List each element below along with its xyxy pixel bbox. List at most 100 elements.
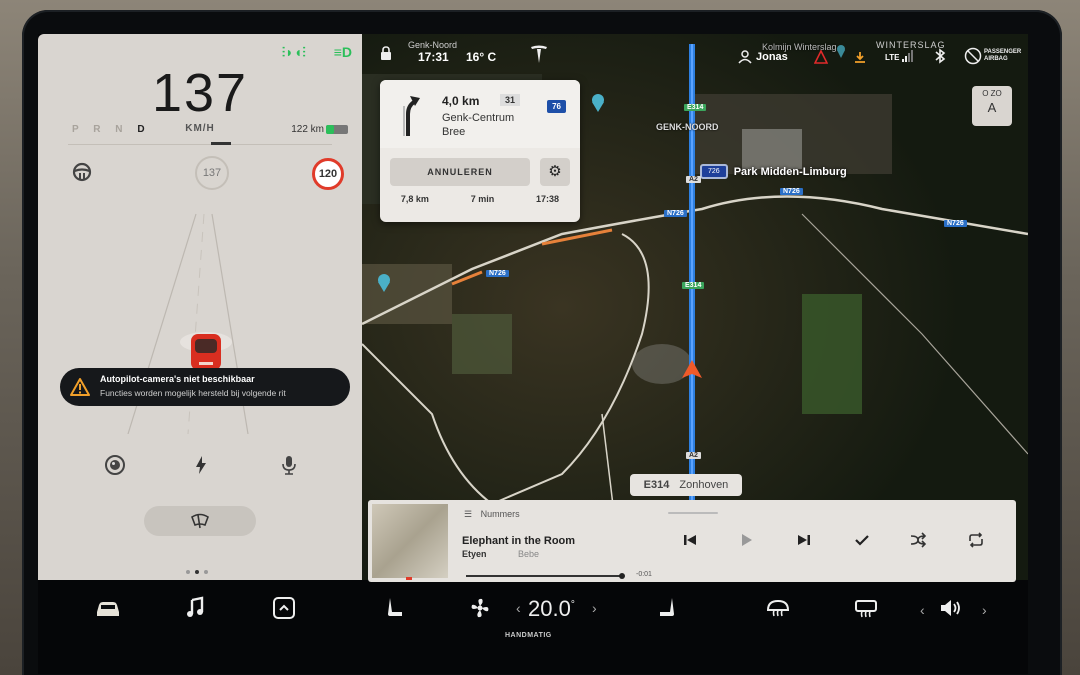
tesla-logo-icon[interactable] (530, 44, 548, 64)
compass-icon: A (987, 100, 997, 115)
user-name[interactable]: Jonas (756, 51, 788, 63)
wiper-button[interactable] (144, 506, 256, 536)
speed-limit-sign: 120 (312, 158, 344, 190)
temperature-unit: ° (570, 599, 575, 611)
page-indicator (186, 570, 208, 574)
road-tag-a2: A2 (686, 452, 701, 459)
temp-increase-icon[interactable]: › (592, 600, 597, 616)
page-dot-active[interactable] (195, 570, 199, 574)
airbag-off-icon (964, 47, 982, 65)
temperature-value: 20.0 (528, 596, 571, 621)
lock-icon[interactable] (380, 46, 392, 60)
navigation-map[interactable]: Genk-Noord 17:31 16° C Jonas Kolmijn Win… (362, 34, 1028, 580)
road-tag-n726: N726 (944, 220, 967, 227)
music-icon[interactable] (182, 596, 210, 620)
progress-knob[interactable] (619, 573, 625, 579)
headlights-icon: ≡D (333, 44, 352, 60)
volume-down-icon[interactable]: ‹ (920, 602, 925, 618)
cabin-temperature[interactable]: 20.0° (528, 596, 575, 622)
driver-seat-heater-icon[interactable] (380, 596, 408, 620)
previous-track-icon[interactable] (680, 530, 700, 550)
car-icon[interactable] (94, 596, 122, 620)
compass-heading: O ZO (982, 89, 1002, 98)
temp-decrease-icon[interactable]: ‹ (516, 600, 521, 616)
parking-lights-icon: ⫶◗◖⫶ (281, 44, 306, 60)
light-indicators: ⫶◗◖⫶ ≡D (282, 44, 352, 61)
airbag-label: PASSENGER AIRBAG (984, 49, 1022, 62)
turn-by-turn-card[interactable]: 4,0 km 31 76 Genk-Centrum Bree ANNULEREN… (380, 80, 580, 222)
media-drag-handle[interactable] (668, 512, 718, 514)
poi-name: Park Midden-Limburg (733, 165, 847, 178)
alarm-icon[interactable] (814, 50, 828, 64)
gear-icon: ⚙ (548, 163, 562, 180)
user-icon[interactable] (738, 50, 752, 64)
download-icon[interactable] (854, 51, 866, 63)
road-tag-n726: N726 (780, 188, 803, 195)
alert-subtitle: Functies worden mogelijk hersteld bij vo… (100, 388, 286, 398)
shuffle-icon[interactable] (908, 530, 928, 550)
navigation-settings-button[interactable]: ⚙ (540, 158, 570, 186)
current-road-name: Zonhoven (679, 479, 729, 491)
fan-icon[interactable] (466, 596, 494, 620)
maneuver-distance: 4,0 km (442, 94, 480, 108)
map-pin-icon (837, 45, 845, 58)
track-artist: Etyen (462, 549, 487, 559)
media-player[interactable]: ☰ Nummers Elephant in the Room Etyen Beb… (368, 500, 1016, 582)
road-tag-n726: N726 (664, 210, 687, 217)
road-tag-n726: N726 (486, 270, 509, 277)
passenger-seat-heater-icon[interactable] (654, 596, 682, 620)
play-icon[interactable] (736, 530, 756, 550)
road-tag-a2: A2 (686, 176, 701, 183)
divider (68, 144, 332, 145)
media-source[interactable]: ☰ Nummers (464, 509, 520, 520)
cancel-navigation-button[interactable]: ANNULEREN (390, 158, 530, 186)
repeat-icon[interactable] (966, 530, 986, 550)
ego-car-icon (191, 334, 221, 370)
alert-title: Autopilot-camera's niet beschikbaar (100, 374, 255, 384)
signal-icon (902, 50, 913, 62)
next-track-icon[interactable] (794, 530, 814, 550)
network-label: LTE (885, 53, 900, 62)
album-art[interactable] (372, 504, 448, 580)
speed-readout: 137 (151, 63, 249, 123)
volume-up-icon[interactable]: › (982, 602, 987, 618)
arrival-time: 17:38 (536, 194, 560, 204)
trip-summary: 7,8 km 7 min 17:38 (380, 194, 580, 204)
poi-label[interactable]: 726 Park Midden-Limburg (700, 164, 847, 179)
range-readout: 122 km (291, 124, 324, 135)
poi-route-badge: 726 (700, 164, 728, 179)
media-source-label: Nummers (480, 509, 520, 519)
current-road-number: E314 (643, 479, 670, 491)
road-tag-e314: E314 (682, 282, 705, 289)
volume-icon[interactable] (936, 596, 964, 620)
location-label: Genk-Noord (408, 40, 458, 50)
charge-port-icon[interactable] (190, 454, 212, 476)
track-title: Elephant in the Room (462, 535, 576, 547)
divider-handle (211, 142, 231, 145)
app-launcher-icon[interactable] (270, 596, 298, 620)
time-remaining: -0:01 (636, 571, 652, 578)
track-progress-bar[interactable] (466, 573, 625, 579)
rear-defrost-icon[interactable] (852, 596, 880, 620)
page-dot[interactable] (186, 570, 190, 574)
turn-left-arrow-icon (403, 96, 420, 136)
touchscreen: ⫶◗◖⫶ ≡D 137 P R N D KM/H 122 km 137 120 (38, 34, 1028, 674)
wiper-icon (191, 513, 209, 529)
front-defrost-icon[interactable] (764, 596, 792, 620)
bluetooth-icon[interactable] (934, 48, 946, 64)
page-dot[interactable] (204, 570, 208, 574)
destination-line-1: Genk-Centrum (442, 112, 515, 124)
dashcam-icon[interactable] (104, 454, 126, 476)
set-speed-indicator[interactable]: 137 (195, 156, 229, 190)
autopilot-alert[interactable]: Autopilot-camera's niet beschikbaar Func… (60, 368, 350, 406)
map-label-genk-noord: GENK-NOORD (656, 122, 719, 132)
map-orientation-button[interactable]: O ZO A (972, 86, 1012, 126)
road-tag-e314: E314 (684, 104, 707, 111)
steering-wheel-icon[interactable] (72, 162, 92, 182)
track-album: Bebe (518, 549, 540, 559)
microphone-icon[interactable] (278, 454, 300, 476)
exit-number: 31 (500, 94, 521, 106)
favorite-check-icon[interactable] (852, 530, 872, 550)
trip-time: 7 min (470, 194, 495, 204)
warning-icon (70, 378, 90, 396)
